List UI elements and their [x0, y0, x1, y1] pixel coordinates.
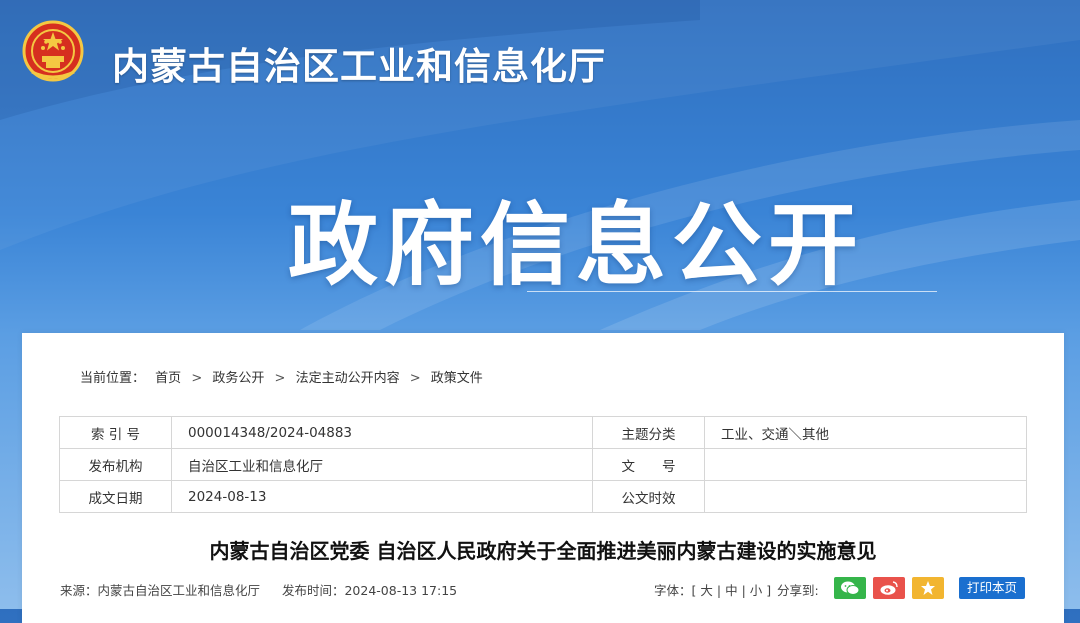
font-small-button[interactable]: 小	[750, 583, 763, 598]
font-size-label: 字体：[	[654, 583, 697, 598]
table-row: 成文日期 2024-08-13 公文时效	[59, 480, 1027, 513]
wechat-icon	[841, 581, 860, 595]
national-emblem-icon	[22, 20, 84, 82]
breadcrumb-gov-affairs[interactable]: 政务公开	[212, 371, 264, 386]
breadcrumb: 当前位置： 首页 > 政务公开 > 法定主动公开内容 > 政策文件	[80, 367, 489, 386]
topic-value: 工业、交通＼其他	[704, 416, 1027, 449]
site-title: 内蒙古自治区工业和信息化厅	[112, 45, 606, 88]
breadcrumb-label: 当前位置：	[80, 371, 146, 386]
metadata-table: 索 引 号 000014348/2024-04883 主题分类 工业、交通＼其他…	[59, 416, 1027, 513]
share-wechat-button[interactable]	[834, 577, 866, 599]
publish-time: 发布时间：2024-08-13 17:15	[281, 583, 458, 598]
table-row: 索 引 号 000014348/2024-04883 主题分类 工业、交通＼其他	[59, 416, 1027, 449]
table-row: 发布机构 自治区工业和信息化厅 文 号	[59, 448, 1027, 481]
breadcrumb-separator: >	[274, 371, 286, 386]
date-label: 成文日期	[59, 480, 172, 513]
date-value: 2024-08-13	[171, 480, 593, 513]
publisher-label: 发布机构	[59, 448, 172, 481]
share-weibo-button[interactable]	[873, 577, 905, 599]
doc-number-label: 文 号	[592, 448, 705, 481]
index-label: 索 引 号	[59, 416, 172, 449]
font-medium-button[interactable]: 中	[725, 583, 738, 598]
breadcrumb-statutory-disclosure[interactable]: 法定主动公开内容	[296, 371, 400, 386]
star-icon	[921, 581, 935, 595]
breadcrumb-home[interactable]: 首页	[155, 371, 181, 386]
font-size-close-bracket: ]	[766, 583, 772, 598]
share-label: 分享到:	[777, 583, 819, 598]
content-card: 当前位置： 首页 > 政务公开 > 法定主动公开内容 > 政策文件 索 引 号 …	[22, 333, 1064, 623]
doc-number-value	[704, 448, 1027, 481]
font-size-control: 字体：[ 大 | 中 | 小 ]	[654, 583, 772, 598]
banner-divider	[527, 291, 937, 292]
validity-label: 公文时效	[592, 480, 705, 513]
breadcrumb-policy-docs[interactable]: 政策文件	[431, 371, 483, 386]
print-button[interactable]: 打印本页	[959, 577, 1025, 599]
breadcrumb-separator: >	[409, 371, 421, 386]
index-value: 000014348/2024-04883	[171, 416, 593, 449]
document-info-bar: 来源：内蒙古自治区工业和信息化厅 发布时间：2024-08-13 17:15 字…	[60, 577, 1028, 601]
font-large-button[interactable]: 大	[700, 583, 713, 598]
banner-title: 政府信息公开	[288, 193, 864, 298]
breadcrumb-separator: >	[191, 371, 203, 386]
topic-label: 主题分类	[592, 416, 705, 449]
weibo-icon	[880, 581, 898, 595]
site-header: 内蒙古自治区工业和信息化厅 政府信息公开	[0, 0, 1080, 330]
validity-value	[704, 480, 1027, 513]
source-text: 来源：内蒙古自治区工业和信息化厅	[60, 583, 261, 598]
source-info: 来源：内蒙古自治区工业和信息化厅 发布时间：2024-08-13 17:15	[60, 580, 457, 599]
share-favorite-button[interactable]	[912, 577, 944, 599]
publisher-value: 自治区工业和信息化厅	[171, 448, 593, 481]
document-title: 内蒙古自治区党委 自治区人民政府关于全面推进美丽内蒙古建设的实施意见	[209, 539, 877, 563]
